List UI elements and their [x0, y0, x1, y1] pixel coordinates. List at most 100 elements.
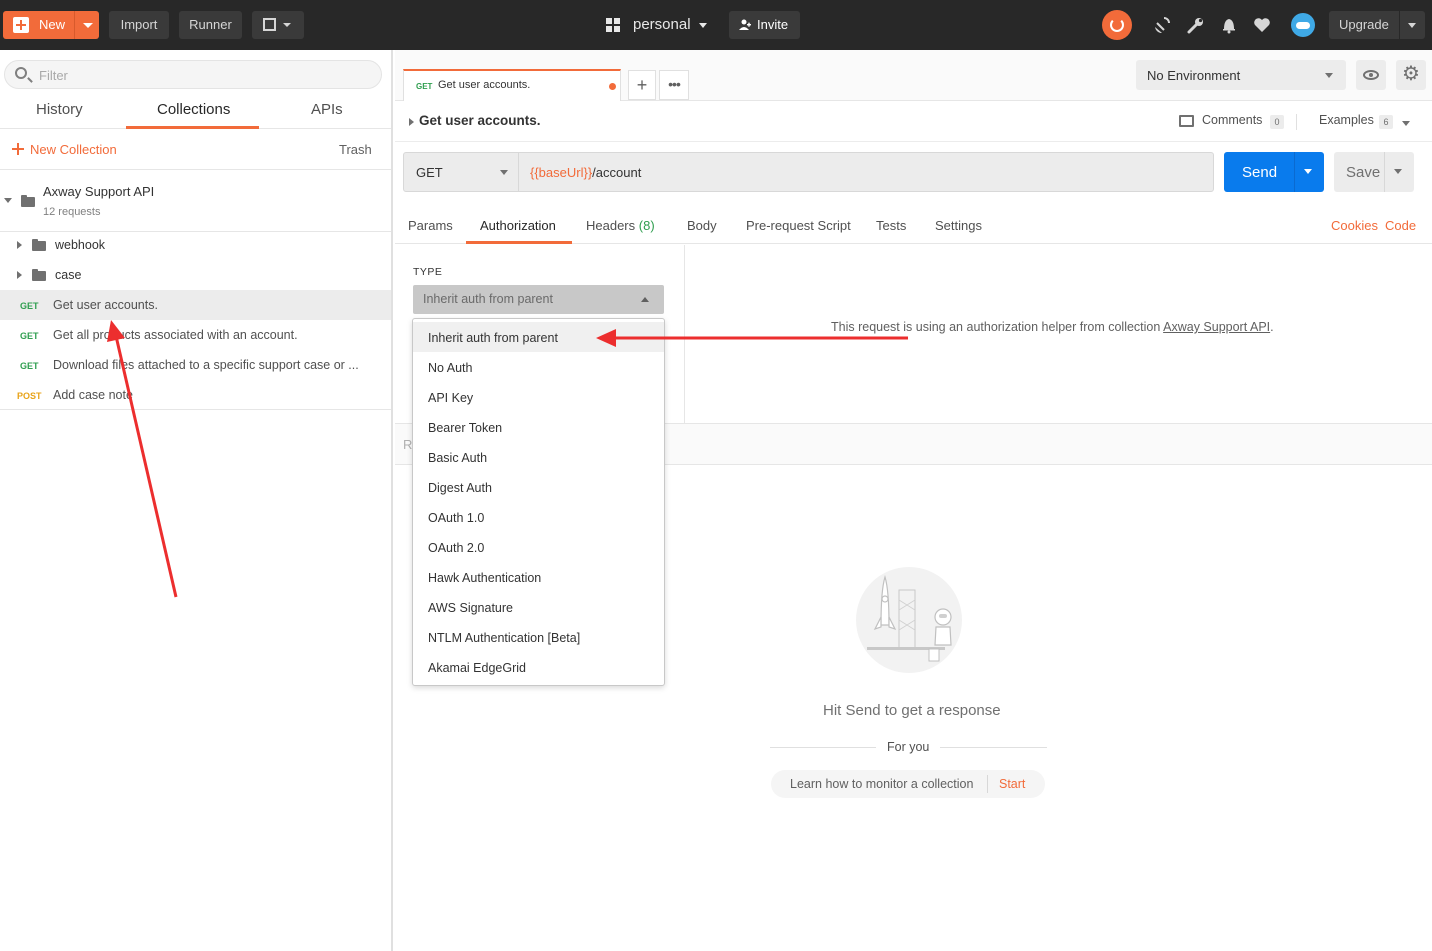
more-tabs-button[interactable]: •••	[659, 70, 689, 100]
auth-option[interactable]: Inherit auth from parent	[413, 322, 664, 352]
tab-collections[interactable]: Collections	[157, 101, 230, 118]
wrench-icon[interactable]	[1186, 15, 1206, 35]
collection-link[interactable]: Axway Support API	[1163, 320, 1270, 334]
collection-header[interactable]: Axway Support API 12 requests	[0, 170, 391, 231]
request-tab-title: Get user accounts.	[438, 79, 531, 91]
invite-button[interactable]: Invite	[729, 11, 800, 39]
tab-tests[interactable]: Tests	[876, 218, 906, 233]
new-label: New	[39, 17, 66, 32]
trash-link[interactable]: Trash	[339, 142, 372, 157]
chevron-down-icon	[283, 23, 291, 27]
workspace-label: personal	[633, 16, 691, 33]
for-you-label: For you	[887, 740, 930, 754]
sync-icon[interactable]	[1102, 10, 1132, 40]
examples-button[interactable]: Examples	[1319, 113, 1374, 127]
request-tab[interactable]: GET Get user accounts.	[403, 69, 621, 101]
tab-body[interactable]: Body	[687, 218, 717, 233]
method-badge: GET	[20, 301, 39, 311]
builder-button[interactable]	[252, 11, 304, 39]
divider	[940, 747, 1047, 748]
chevron-right-icon[interactable]	[17, 241, 22, 249]
tab-apis[interactable]: APIs	[311, 101, 343, 118]
workspace-grid-icon	[606, 18, 620, 32]
method-select[interactable]: GET	[404, 153, 519, 191]
chevron-up-icon	[641, 297, 649, 302]
bell-icon[interactable]	[1219, 15, 1239, 35]
collection-name: Axway Support API	[43, 184, 155, 199]
auth-type-dropdown: Inherit auth from parent No Auth API Key…	[412, 318, 665, 686]
import-button[interactable]: Import	[109, 11, 169, 39]
start-link[interactable]: Start	[999, 777, 1025, 791]
manage-environments-button[interactable]: ⚙	[1396, 60, 1426, 90]
auth-option[interactable]: Bearer Token	[413, 412, 664, 442]
folder-item-case[interactable]: case	[0, 260, 391, 290]
new-dropdown-caret-icon[interactable]	[83, 23, 93, 28]
auth-option[interactable]: Hawk Authentication	[413, 562, 664, 592]
chevron-down-icon[interactable]	[1402, 121, 1410, 126]
upgrade-label: Upgrade	[1339, 17, 1389, 32]
request-item[interactable]: GET Get all products associated with an …	[0, 320, 391, 350]
new-button[interactable]: New	[3, 11, 99, 39]
chevron-down-icon[interactable]	[4, 198, 12, 203]
comments-button[interactable]: Comments	[1202, 113, 1262, 127]
runner-button[interactable]: Runner	[179, 11, 242, 39]
comments-count: 0	[1270, 115, 1284, 129]
chevron-down-icon[interactable]	[1304, 169, 1312, 174]
request-item[interactable]: GET Download files attached to a specifi…	[0, 350, 391, 380]
add-tab-button[interactable]: +	[628, 70, 656, 100]
rocket-astronaut-illustration	[856, 567, 962, 673]
method-badge: GET	[416, 82, 433, 91]
tab-headers[interactable]: Headers (8)	[586, 218, 655, 233]
heart-icon[interactable]	[1252, 15, 1272, 35]
auth-option[interactable]: OAuth 2.0	[413, 532, 664, 562]
satellite-icon[interactable]	[1152, 15, 1172, 35]
folder-item-webhook[interactable]: webhook	[0, 230, 391, 260]
send-button[interactable]: Send	[1224, 152, 1324, 192]
save-button[interactable]: Save	[1334, 152, 1414, 192]
search-icon	[15, 67, 27, 79]
tab-params[interactable]: Params	[408, 218, 453, 233]
tab-authorization[interactable]: Authorization	[480, 218, 556, 233]
cloud-icon[interactable]	[1291, 13, 1315, 37]
auth-option[interactable]: Akamai EdgeGrid	[413, 652, 664, 682]
auth-option[interactable]: Basic Auth	[413, 442, 664, 472]
url-input[interactable]: {{baseUrl}}/account	[530, 165, 641, 180]
eye-icon	[1363, 70, 1379, 80]
folder-label: webhook	[55, 238, 106, 252]
auth-option[interactable]: No Auth	[413, 352, 664, 382]
chevron-down-icon[interactable]	[1408, 23, 1416, 28]
auth-option[interactable]: NTLM Authentication [Beta]	[413, 622, 664, 652]
new-window-icon	[263, 18, 276, 31]
examples-count: 6	[1379, 115, 1393, 129]
add-user-icon	[739, 19, 751, 30]
environment-quick-look-button[interactable]	[1356, 60, 1386, 90]
folder-icon	[32, 269, 46, 281]
environment-select[interactable]: No Environment	[1136, 60, 1346, 90]
filter-input[interactable]	[39, 65, 359, 85]
top-bar: New Import Runner personal Invite Upgrad…	[0, 0, 1432, 50]
request-item[interactable]: GET Get user accounts.	[0, 290, 391, 320]
auth-type-select[interactable]: Inherit auth from parent	[413, 285, 664, 314]
chevron-right-icon[interactable]	[17, 271, 22, 279]
request-item[interactable]: POST Add case note	[0, 380, 391, 410]
request-tab-bar: GET Get user accounts. + ••• No Environm…	[395, 50, 1432, 101]
auth-option[interactable]: OAuth 1.0	[413, 502, 664, 532]
tab-history[interactable]: History	[36, 101, 83, 118]
cookies-link[interactable]: Cookies	[1331, 218, 1378, 233]
request-name[interactable]: Get user accounts.	[419, 113, 541, 128]
auth-option[interactable]: AWS Signature	[413, 592, 664, 622]
method-badge: POST	[17, 391, 42, 401]
tab-pre-request-script[interactable]: Pre-request Script	[746, 218, 851, 233]
new-collection-label: New Collection	[30, 142, 117, 157]
hit-send-text: Hit Send to get a response	[823, 702, 1001, 719]
active-tab-indicator	[126, 126, 259, 129]
auth-option[interactable]: API Key	[413, 382, 664, 412]
code-link[interactable]: Code	[1385, 218, 1416, 233]
tab-settings[interactable]: Settings	[935, 218, 982, 233]
auth-option[interactable]: Digest Auth	[413, 472, 664, 502]
chevron-down-icon[interactable]	[1394, 169, 1402, 174]
upgrade-button[interactable]: Upgrade	[1329, 11, 1425, 39]
plus-icon	[12, 143, 24, 155]
chevron-right-icon[interactable]	[409, 118, 414, 126]
new-collection-button[interactable]: New Collection	[12, 142, 117, 157]
